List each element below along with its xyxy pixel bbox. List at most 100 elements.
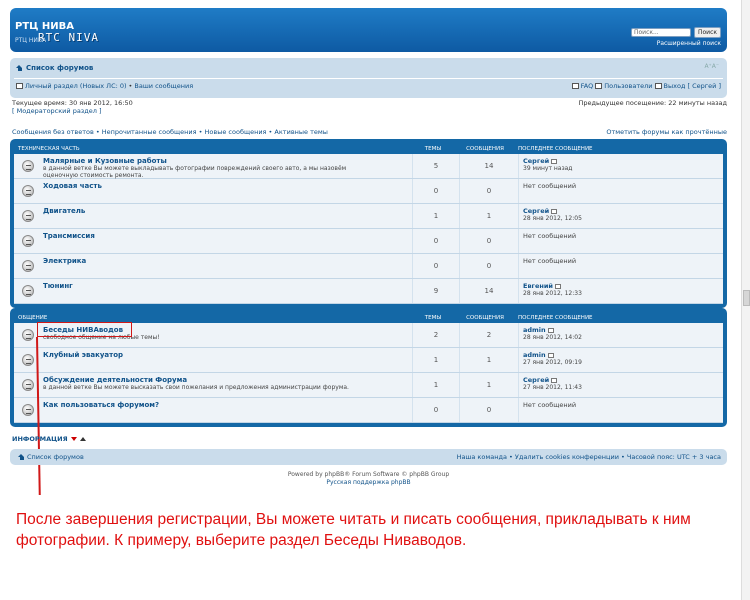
forum-topics-count: 2 bbox=[412, 323, 459, 347]
forum-main-cell: Трансмиссия bbox=[14, 229, 412, 253]
forum-row[interactable]: Клубный эвакуатор 1 1 admin 27 янв 2012, 09:… bbox=[14, 348, 723, 373]
column-posts: СООБЩЕНИЯ bbox=[466, 314, 504, 321]
forum-last-post: Нет сообщений bbox=[518, 229, 723, 253]
footer-links[interactable]: Наша команда • Удалить cookies конференц… bbox=[457, 453, 721, 461]
forum-main-cell: Ходовая часть bbox=[14, 179, 412, 203]
search-input[interactable]: Поиск... bbox=[630, 28, 691, 37]
last-post-author-link[interactable]: Сергей bbox=[523, 157, 549, 165]
quick-links[interactable]: Сообщения без ответов • Непрочитанные со… bbox=[12, 128, 328, 136]
forum-last-post: admin 28 янв 2012, 14:02 bbox=[518, 323, 723, 347]
last-visit: Предыдущее посещение: 22 минуты назад bbox=[578, 99, 727, 107]
view-latest-post-icon[interactable] bbox=[551, 377, 558, 383]
site-logo[interactable]: RTC NIVA bbox=[38, 31, 99, 44]
separator: • bbox=[128, 82, 133, 90]
mark-forums-read-link[interactable]: Отметить форумы как прочтённые bbox=[606, 128, 727, 136]
search-button[interactable]: Поиск bbox=[693, 27, 721, 38]
last-post-author-link[interactable]: Евгений bbox=[523, 282, 553, 290]
forum-read-icon bbox=[22, 329, 34, 341]
column-topics: ТЕМЫ bbox=[424, 314, 442, 321]
forum-name-link[interactable]: Как пользоваться форумом? bbox=[43, 401, 159, 409]
view-latest-post-icon[interactable] bbox=[551, 208, 558, 214]
forum-name-link[interactable]: Электрика bbox=[43, 257, 86, 265]
window-scrollbar[interactable] bbox=[741, 0, 750, 600]
forum-topics-count: 1 bbox=[412, 348, 459, 372]
information-label: ИНФОРМАЦИЯ bbox=[12, 435, 68, 443]
forum-last-post: Сергей 27 янв 2012, 11:43 bbox=[518, 373, 723, 397]
last-post-time: 27 янв 2012, 11:43 bbox=[523, 384, 582, 391]
column-last-post: ПОСЛЕДНЕЕ СООБЩЕНИЕ bbox=[518, 145, 593, 152]
footer-breadcrumb: Список форумов bbox=[18, 453, 84, 461]
home-icon bbox=[16, 65, 23, 71]
last-post-time: 28 янв 2012, 14:02 bbox=[523, 334, 582, 341]
forum-topics-count: 1 bbox=[412, 204, 459, 228]
view-latest-post-icon[interactable] bbox=[547, 352, 554, 358]
forum-name-link[interactable]: Двигатель bbox=[43, 207, 85, 215]
forum-read-icon bbox=[22, 260, 34, 272]
last-post-time: 27 янв 2012, 09:19 bbox=[523, 359, 582, 366]
no-posts-label: Нет сообщений bbox=[523, 257, 577, 265]
scrollbar-thumb[interactable] bbox=[743, 290, 750, 306]
forum-row[interactable]: Малярные и Кузовные работы в данной ветке… bbox=[14, 154, 723, 179]
forum-name-link[interactable]: Малярные и Кузовные работы bbox=[43, 157, 167, 165]
faq-icon bbox=[571, 83, 579, 89]
forum-row[interactable]: Обсуждение деятельности Форума в данной в… bbox=[14, 373, 723, 398]
category-title[interactable]: ТЕХНИЧЕСКАЯ ЧАСТЬ bbox=[14, 146, 410, 152]
forum-main-cell: Клубный эвакуатор bbox=[14, 348, 412, 372]
forum-row[interactable]: Ходовая часть 0 0 Нет сообщений bbox=[14, 179, 723, 204]
forum-read-icon bbox=[22, 160, 34, 172]
collapse-up-icon[interactable] bbox=[79, 437, 86, 441]
faq-link[interactable]: FAQ bbox=[581, 82, 594, 90]
your-posts-link[interactable]: Ваши сообщения bbox=[134, 82, 193, 90]
view-latest-post-icon[interactable] bbox=[547, 327, 554, 333]
view-latest-post-icon[interactable] bbox=[551, 158, 558, 164]
font-size-toggle-icon[interactable]: A⁺A⁻ bbox=[704, 63, 719, 70]
logout-link[interactable]: Выход [ Сергей ] bbox=[664, 82, 721, 90]
last-post-author: Сергей bbox=[523, 157, 558, 165]
forum-last-post: Евгений 28 янв 2012, 12:33 bbox=[518, 279, 723, 303]
last-post-author-link[interactable]: admin bbox=[523, 326, 546, 334]
forum-description: в данной ветке Вы можете высказать свои … bbox=[43, 384, 349, 391]
advanced-search-link[interactable]: Расширенный поиск bbox=[657, 40, 721, 47]
category-title[interactable]: ОБЩЕНИЕ bbox=[14, 315, 410, 321]
forum-name-link[interactable]: Трансмиссия bbox=[43, 232, 95, 240]
last-post-author-link[interactable]: admin bbox=[523, 351, 546, 359]
breadcrumb-forum-index[interactable]: Список форумов bbox=[26, 64, 93, 72]
forum-row[interactable]: Двигатель 1 1 Сергей 28 янв 2012, 12:05 bbox=[14, 204, 723, 229]
category-header: ТЕХНИЧЕСКАЯ ЧАСТЬ ТЕМЫ СООБЩЕНИЯ ПОСЛЕДНЕЕ … bbox=[14, 143, 723, 154]
forum-topics-count: 0 bbox=[412, 229, 459, 253]
last-post-author-link[interactable]: Сергей bbox=[523, 207, 549, 215]
forum-last-post: Сергей 28 янв 2012, 12:05 bbox=[518, 204, 723, 228]
forum-posts-count: 1 bbox=[459, 373, 518, 397]
view-latest-post-icon[interactable] bbox=[554, 283, 561, 289]
members-link[interactable]: Пользователи bbox=[604, 82, 652, 90]
forum-row[interactable]: Электрика 0 0 Нет сообщений bbox=[14, 254, 723, 279]
breadcrumb: Список форумов bbox=[16, 64, 93, 72]
forum-name-link[interactable]: Тюнинг bbox=[43, 282, 73, 290]
navbar: Список форумов A⁺A⁻ Личный раздел (Новых… bbox=[10, 58, 727, 98]
copyright-line: Powered by phpBB® Forum Software © phpBB… bbox=[287, 471, 450, 478]
forum-topics-count: 5 bbox=[412, 154, 459, 178]
footer-navbar: Список форумов Наша команда • Удалить co… bbox=[10, 449, 727, 465]
forum-main-cell: Тюнинг bbox=[14, 279, 412, 303]
forum-name-link[interactable]: Ходовая часть bbox=[43, 182, 102, 190]
collapse-down-icon[interactable] bbox=[70, 437, 77, 441]
forum-read-icon bbox=[22, 285, 34, 297]
forum-name-link[interactable]: Клубный эвакуатор bbox=[43, 351, 123, 359]
forum-row[interactable]: Тюнинг 9 14 Евгений 28 янв 2012, 12:33 bbox=[14, 279, 723, 304]
forum-read-icon bbox=[22, 404, 34, 416]
support-link[interactable]: Русская поддержка phpBB bbox=[326, 479, 410, 486]
user-panel-link[interactable]: Личный раздел (Новых ЛС: 0) bbox=[25, 82, 127, 90]
moderator-section-link[interactable]: [ Модераторский раздел ] bbox=[12, 107, 102, 115]
forum-row[interactable]: Как пользоваться форумом? 0 0 Нет сообщений bbox=[14, 398, 723, 423]
search-box: Поиск... Поиск bbox=[630, 27, 721, 38]
forum-row[interactable]: Трансмиссия 0 0 Нет сообщений bbox=[14, 229, 723, 254]
forum-topics-count: 9 bbox=[412, 279, 459, 303]
forum-read-icon bbox=[22, 235, 34, 247]
forum-name-link[interactable]: Обсуждение деятельности Форума bbox=[43, 376, 187, 384]
forum-last-post: Нет сообщений bbox=[518, 179, 723, 203]
footer-forum-index-link[interactable]: Список форумов bbox=[27, 453, 84, 461]
information-header[interactable]: ИНФОРМАЦИЯ bbox=[12, 435, 86, 443]
forum-last-post: Нет сообщений bbox=[518, 254, 723, 278]
forum-posts-count: 1 bbox=[459, 204, 518, 228]
last-post-author-link[interactable]: Сергей bbox=[523, 376, 549, 384]
